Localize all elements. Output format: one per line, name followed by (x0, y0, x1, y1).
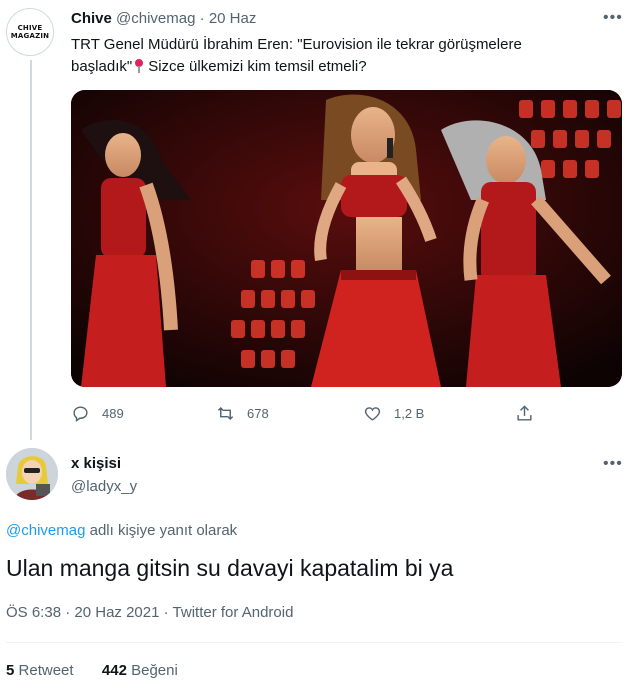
reply-metadata: ÖS 6:38 · 20 Haz 2021 · Twitter for Andr… (6, 604, 293, 621)
reply-source[interactable]: Twitter for Android (173, 604, 294, 621)
tweet-header: Chive @chivemag · 20 Haz (71, 10, 256, 27)
replying-to-line: @chivemag adlı kişiye yanıt olarak (6, 522, 237, 539)
retweet-icon (217, 406, 234, 420)
retweet-count: 678 (247, 405, 269, 421)
reply-author-name[interactable]: x kişisi (71, 455, 121, 472)
like-button[interactable]: 1,2 B (363, 402, 424, 424)
meta-separator: · (65, 604, 71, 621)
like-total: 442 (101, 662, 127, 679)
reply-text: Ulan manga gitsin su davayi kapatalim bi… (6, 555, 454, 581)
eurovision-stage-photo (71, 90, 622, 387)
tweet-text-line1: TRT Genel Müdürü İbrahim Eren: "Eurovisi… (71, 36, 522, 53)
retweet-label: Retweet (18, 662, 74, 679)
reply-count: 489 (102, 405, 124, 421)
header-separator: · (199, 10, 205, 27)
tweet-media-image[interactable] (71, 90, 622, 387)
reply-author-handle[interactable]: @ladyx_y (71, 478, 137, 495)
divider (6, 642, 623, 643)
more-options-icon[interactable]: ••• (603, 455, 623, 473)
tweet-date[interactable]: 20 Haz (209, 10, 257, 27)
meta-separator: · (163, 604, 169, 621)
tweet-text-line2a: başladık" (71, 58, 133, 75)
author-name[interactable]: Chive (71, 10, 112, 27)
share-button[interactable] (515, 402, 534, 424)
round-pushpin-icon (134, 59, 144, 73)
avatar-text-line1: CHIVE (17, 24, 43, 32)
reply-to-mention-link[interactable]: @chivemag (6, 522, 85, 539)
heart-icon (364, 406, 381, 421)
reply-date[interactable]: 20 Haz 2021 (74, 604, 159, 621)
more-options-icon[interactable]: ••• (603, 9, 623, 27)
author-handle[interactable]: @chivemag (116, 10, 195, 27)
retweets-stat[interactable]: 5 Retweet (6, 662, 74, 679)
engagement-stats: 5 Retweet 442 Beğeni (6, 662, 178, 679)
thread-connector-line (30, 60, 32, 440)
reply-icon (73, 405, 88, 422)
avatar-text-line2: MAGAZIN (10, 32, 50, 40)
reply-to-suffix: adlı kişiye yanıt olarak (85, 522, 238, 539)
retweet-button[interactable]: 678 (216, 402, 269, 424)
likes-stat[interactable]: 442 Beğeni (102, 662, 178, 679)
tweet-text: TRT Genel Müdürü İbrahim Eren: "Eurovisi… (71, 34, 591, 78)
like-label: Beğeni (131, 662, 178, 679)
avatar[interactable]: CHIVE MAGAZIN (6, 8, 54, 56)
retweet-total: 5 (6, 662, 15, 679)
reply-author-avatar[interactable] (6, 448, 58, 500)
reply-time[interactable]: ÖS 6:38 (6, 604, 61, 621)
reply-button[interactable]: 489 (71, 402, 124, 424)
share-icon (517, 404, 532, 421)
like-count: 1,2 B (394, 405, 425, 421)
tweet-text-line2b: Sizce ülkemizi kim temsil etmeli? (148, 58, 367, 75)
cartoon-avatar-image (6, 448, 58, 500)
